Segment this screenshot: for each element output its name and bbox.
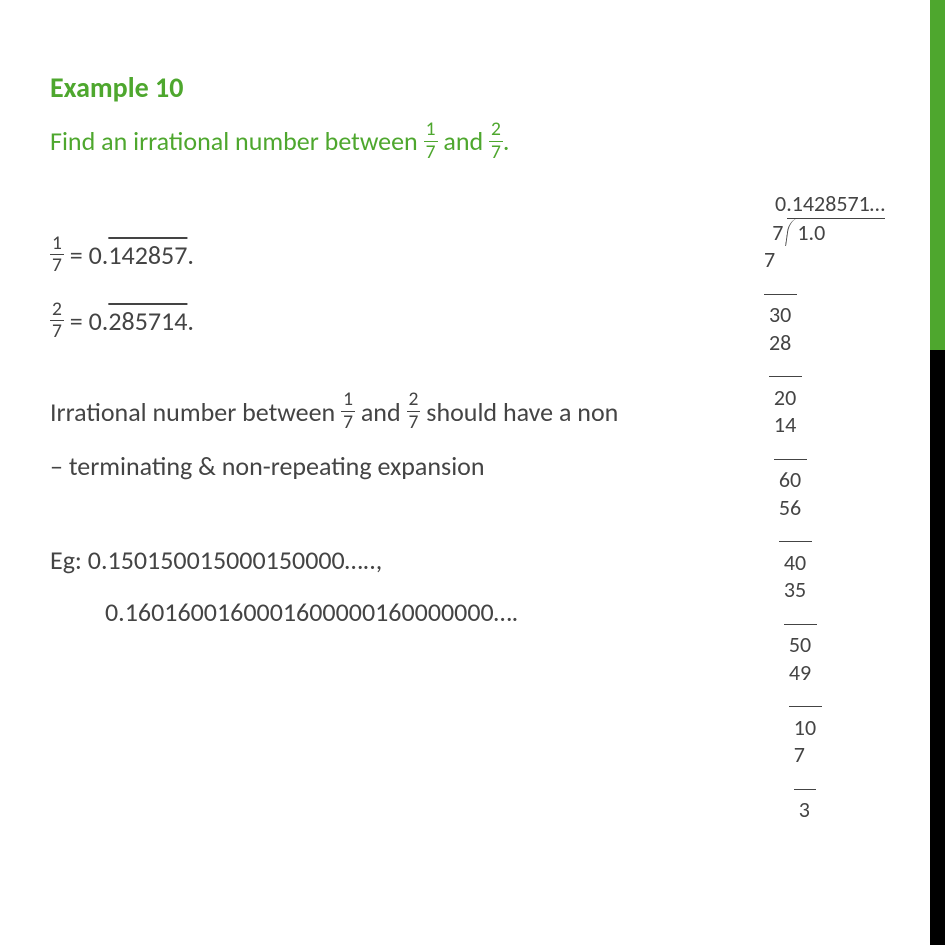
ld-line: 7 (749, 741, 885, 769)
fraction-numerator: 2 (489, 120, 503, 142)
fraction-numerator: 1 (341, 390, 355, 412)
fraction-1-7: 17 (424, 120, 438, 162)
question-prefix: Find an irrational number between (50, 125, 424, 157)
ld-quotient: 0.1428571… (749, 190, 885, 218)
question-text: Find an irrational number between 17 and… (50, 123, 620, 165)
question-suffix: . (503, 125, 510, 157)
ld-rule (749, 769, 885, 797)
ld-line: 50 (749, 631, 885, 659)
ld-line: 40 (749, 549, 885, 577)
fraction-denominator: 7 (341, 412, 355, 433)
ld-line: 60 (749, 466, 885, 494)
fraction-denominator: 7 (489, 142, 503, 163)
ld-rule (749, 356, 885, 384)
fraction-numerator: 2 (50, 300, 64, 322)
ld-rule (749, 604, 885, 632)
ld-line: 3 (749, 796, 885, 824)
eq1-post: . (187, 239, 194, 271)
explain-p2: and (355, 396, 407, 428)
ld-line: 7 (749, 246, 885, 274)
ld-line: 35 (749, 576, 885, 604)
ld-rule (749, 274, 885, 302)
ld-rule (749, 686, 885, 714)
fraction-2-7: 27 (489, 120, 503, 162)
eq1-pre: = 0. (64, 239, 108, 271)
repeating-decimal: 285714 (108, 305, 187, 337)
explain-p1: Irrational number between (50, 396, 341, 428)
eg-value-2: 0.1601600160001600000160000000…. (105, 586, 620, 638)
fraction-1-7: 17 (50, 234, 64, 276)
ld-line: 14 (749, 411, 885, 439)
fraction-numerator: 1 (50, 234, 64, 256)
eq2-pre: = 0. (64, 305, 108, 337)
equation-1: 17 = 0.142857. (50, 235, 620, 279)
eg-value-1: 0.150150015000150000….., (88, 544, 383, 576)
explanation-text: Irrational number between 17 and 27 shou… (50, 385, 620, 494)
ld-line: 20 (749, 384, 885, 412)
fraction-1-7: 17 (341, 390, 355, 432)
fraction-denominator: 7 (407, 412, 421, 433)
ld-steps: 7 30 28 20 14 60 56 40 35 50 49 10 7 3 (749, 246, 885, 824)
ld-line: 30 (749, 301, 885, 329)
ld-rule (749, 521, 885, 549)
fraction-2-7: 27 (407, 390, 421, 432)
long-division: 0.1428571… 71.000000 7 30 28 20 14 60 56… (749, 190, 885, 824)
fraction-denominator: 7 (424, 142, 438, 163)
example-title: Example 10 (50, 70, 620, 105)
brand-logo: teachoo.com (783, 10, 885, 33)
examples-block: Eg: 0.150150015000150000….., 0.160160016… (50, 534, 620, 638)
fraction-2-7: 27 (50, 300, 64, 342)
eq2-post: . (187, 305, 194, 337)
ld-line: 56 (749, 494, 885, 522)
ld-line: 49 (749, 659, 885, 687)
fraction-denominator: 7 (50, 255, 64, 276)
fraction-denominator: 7 (50, 321, 64, 342)
main-content: Example 10 Find an irrational number bet… (0, 0, 650, 638)
fraction-numerator: 1 (424, 120, 438, 142)
ld-dividend: 1.0 (797, 219, 825, 246)
question-mid: and (438, 125, 490, 157)
equation-2: 27 = 0.285714. (50, 301, 620, 345)
eg-label: Eg: (50, 544, 88, 576)
side-accent-bar (930, 0, 945, 945)
ld-rule (749, 439, 885, 467)
ld-line: 28 (749, 329, 885, 357)
repeating-decimal: 142857 (108, 239, 187, 271)
ld-divisor-dividend: 71.000000 (772, 218, 885, 246)
ld-line: 10 (749, 714, 885, 742)
fraction-numerator: 2 (407, 390, 421, 412)
